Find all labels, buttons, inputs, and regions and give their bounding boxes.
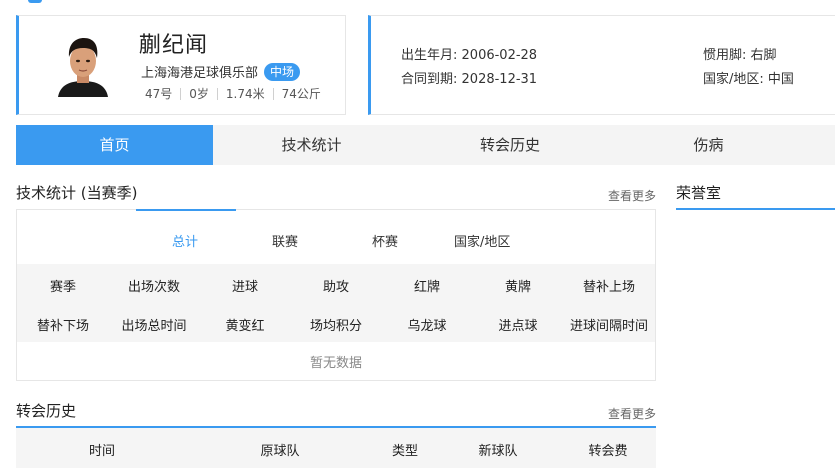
- player-info-card: 出生年月: 2006-02-28 合同到期: 2028-12-31 惯用脚: 右…: [368, 15, 835, 115]
- transfer-section-title: 转会历史: [16, 402, 77, 420]
- foot-info: 惯用脚: 右脚: [703, 44, 777, 63]
- header-penalty-goals: 进点球: [498, 319, 538, 334]
- transfer-col-from: 原球队: [260, 444, 300, 459]
- foot-label: 惯用脚:: [703, 48, 747, 63]
- club-line: 上海海港足球俱乐部 中场: [141, 62, 301, 81]
- main-tabbar: 首页 技术统计 转会历史 伤病: [16, 125, 835, 165]
- transfer-col-fee: 转会费: [588, 444, 628, 459]
- player-height: 1.74米: [216, 88, 273, 100]
- header-red-cards: 红牌: [413, 280, 441, 295]
- tab-stats[interactable]: 技术统计: [213, 125, 410, 165]
- transfer-table-header: 时间 原球队 类型 新球队 转会费: [16, 428, 656, 468]
- transfer-more-link[interactable]: 查看更多: [608, 405, 656, 422]
- player-name: 蒯纪闻: [139, 33, 209, 58]
- birth-info: 出生年月: 2006-02-28: [401, 44, 537, 63]
- header-season: 赛季: [49, 280, 77, 295]
- header-sub-on: 替补上场: [582, 280, 636, 295]
- transfer-col-to: 新球队: [478, 444, 518, 459]
- stats-header-grid: 赛季 出场次数 进球 助攻 红牌 黄牌 替补上场 替补下场 出场总时间 黄变红 …: [17, 264, 655, 342]
- header-appearances: 出场次数: [127, 280, 181, 295]
- tab-home[interactable]: 首页: [16, 125, 213, 165]
- header-own-goals: 乌龙球: [407, 319, 447, 334]
- honor-section-title: 荣誉室: [676, 184, 722, 202]
- top-accent-mark: [28, 0, 42, 3]
- birth-value: 2006-02-28: [461, 48, 538, 63]
- contract-value: 2028-12-31: [461, 72, 538, 87]
- country-label: 国家/地区:: [703, 72, 764, 87]
- club-name[interactable]: 上海海港足球俱乐部: [141, 62, 258, 81]
- transfer-col-type: 类型: [391, 444, 419, 459]
- shirt-number: 47号: [145, 87, 173, 101]
- player-avatar: [52, 29, 114, 97]
- stats-more-link[interactable]: 查看更多: [608, 187, 656, 204]
- sub-tab-cup[interactable]: 杯赛: [372, 231, 398, 250]
- stats-sub-tabs: 总计 联赛 杯赛 国家/地区: [17, 210, 655, 264]
- player-profile-card: 蒯纪闻 上海海港足球俱乐部 中场 47号 0岁 1.74米 74公斤: [16, 15, 346, 115]
- foot-value: 右脚: [750, 48, 777, 63]
- birth-label: 出生年月:: [401, 48, 458, 63]
- tab-injuries[interactable]: 伤病: [610, 125, 807, 165]
- stats-empty-message: 暂无数据: [309, 356, 362, 371]
- position-badge: 中场: [264, 62, 301, 81]
- sub-tab-country[interactable]: 国家/地区: [454, 231, 510, 250]
- honor-underline: [676, 208, 835, 210]
- header-sub-off: 替补下场: [36, 319, 90, 334]
- header-goals: 进球: [231, 280, 259, 295]
- header-second-yellow: 黄变红: [225, 319, 265, 334]
- sub-tab-total[interactable]: 总计: [172, 231, 198, 250]
- header-yellow-cards: 黄牌: [504, 280, 532, 295]
- player-weight: 74公斤: [272, 88, 329, 100]
- stats-panel: 总计 联赛 杯赛 国家/地区 赛季 出场次数 进球 助攻 红牌 黄牌 替补上场 …: [16, 209, 656, 381]
- player-basic-stats: 47号 0岁 1.74米 74公斤: [145, 88, 329, 100]
- sub-tab-league[interactable]: 联赛: [272, 231, 298, 250]
- country-info: 国家/地区: 中国: [703, 68, 794, 87]
- tab-transfers[interactable]: 转会历史: [410, 125, 610, 165]
- stats-section-title: 技术统计 (当赛季): [16, 184, 138, 202]
- header-goal-interval: 进球间隔时间: [569, 319, 649, 334]
- country-value: 中国: [767, 72, 794, 87]
- header-total-minutes: 出场总时间: [121, 319, 187, 334]
- header-avg-points: 场均积分: [309, 319, 363, 334]
- contract-label: 合同到期:: [401, 72, 458, 87]
- player-age: 0岁: [180, 88, 217, 100]
- contract-info: 合同到期: 2028-12-31: [401, 68, 537, 87]
- transfer-col-time: 时间: [88, 444, 116, 459]
- header-assists: 助攻: [322, 280, 350, 295]
